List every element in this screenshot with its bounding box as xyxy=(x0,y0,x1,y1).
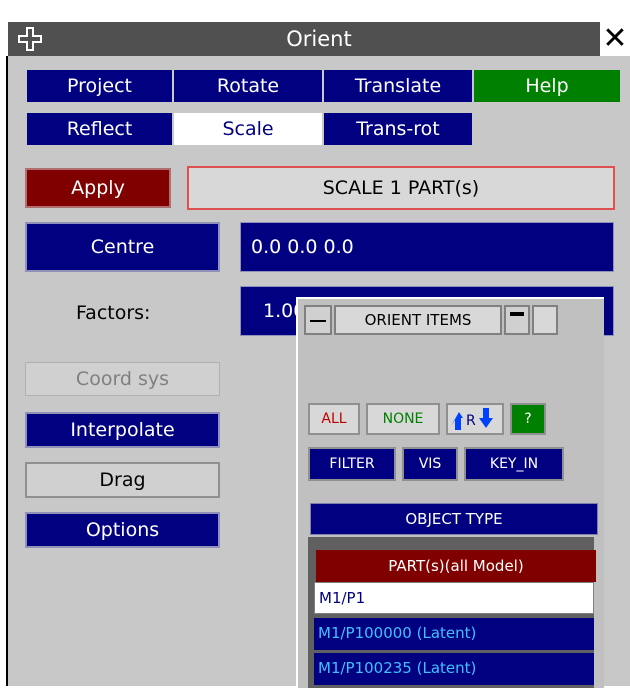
window-toggle-icon[interactable] xyxy=(532,305,558,335)
list-header-parts[interactable]: PART(s)(all Model) xyxy=(316,550,596,582)
tab-reflect[interactable]: Reflect xyxy=(26,112,173,146)
window-title: Orient xyxy=(286,27,352,51)
select-none-button[interactable]: NONE xyxy=(366,403,440,435)
swap-arrows-icon: R xyxy=(451,408,493,430)
key-in-button[interactable]: KEY_IN xyxy=(464,447,564,481)
tab-scale[interactable]: Scale xyxy=(173,112,323,146)
minimise-icon[interactable] xyxy=(304,305,332,335)
select-all-button[interactable]: ALL xyxy=(308,403,360,435)
coord-sys-button[interactable]: Coord sys xyxy=(25,362,220,396)
tab-help[interactable]: Help xyxy=(473,69,621,103)
close-icon[interactable]: ✕ xyxy=(600,22,630,56)
interpolate-button[interactable]: Interpolate xyxy=(25,412,220,448)
object-type-button[interactable]: OBJECT TYPE xyxy=(310,503,598,535)
vis-button[interactable]: VIS xyxy=(402,447,458,481)
apply-button[interactable]: Apply xyxy=(25,168,171,208)
tab-rotate[interactable]: Rotate xyxy=(173,69,323,103)
reverse-selection-button[interactable]: R xyxy=(446,403,504,435)
list-item[interactable]: M1/P100000 (Latent) xyxy=(314,618,594,650)
orient-items-panel: ORIENT ITEMS ALL NONE R ? FILTER VIS KEY… xyxy=(296,297,604,688)
orient-items-header: ORIENT ITEMS xyxy=(298,305,598,337)
tab-project[interactable]: Project xyxy=(26,69,173,103)
collapse-icon[interactable] xyxy=(504,305,530,335)
centre-button[interactable]: Centre xyxy=(25,222,220,272)
swap-label: R xyxy=(466,413,476,429)
options-button[interactable]: Options xyxy=(25,512,220,548)
factors-label: Factors: xyxy=(76,302,151,324)
list-item[interactable]: M1/P1 xyxy=(314,582,594,614)
drag-button[interactable]: Drag xyxy=(25,462,220,498)
orient-items-title: ORIENT ITEMS xyxy=(334,305,502,335)
tab-trans-rot[interactable]: Trans-rot xyxy=(323,112,473,146)
filter-button[interactable]: FILTER xyxy=(308,447,396,481)
help-button[interactable]: ? xyxy=(510,403,546,435)
centre-field[interactable]: 0.0 0.0 0.0 xyxy=(240,222,614,272)
tab-translate[interactable]: Translate xyxy=(323,69,473,103)
window-titlebar[interactable]: Orient ✕ xyxy=(8,22,630,56)
list-item[interactable]: M1/P100235 (Latent) xyxy=(314,653,594,685)
status-message: SCALE 1 PART(s) xyxy=(187,166,615,210)
